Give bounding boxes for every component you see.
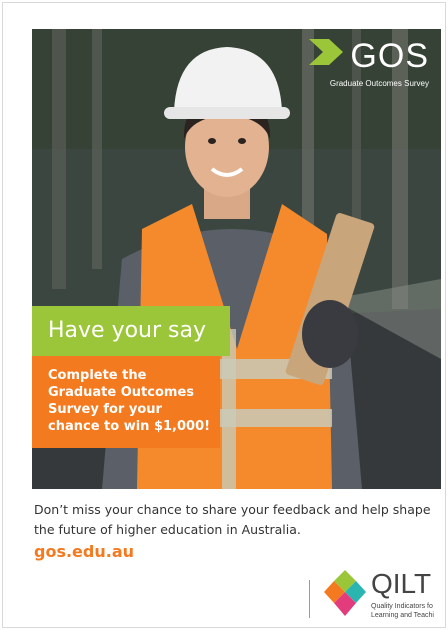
promo-line: Complete the — [48, 368, 147, 383]
qilt-subtitle-line: Learning and Teachi — [371, 612, 434, 619]
gos-chevron-icon — [309, 39, 343, 65]
qilt-subtitle-line: Quality Indicators fo — [371, 603, 433, 610]
qilt-logo: QILT Quality Indicators fo Learning and … — [324, 570, 448, 626]
promo-line: Graduate Outcomes — [48, 385, 195, 400]
gos-logo: GOS Graduate Outcomes Survey — [309, 39, 429, 88]
body-text: Don’t miss your chance to share your fee… — [34, 502, 431, 537]
qilt-logo-subtitle: Quality Indicators fo Learning and Teach… — [371, 602, 434, 620]
promo-box: Complete the Graduate Outcomes Survey fo… — [32, 356, 220, 448]
qilt-logo-text: QILT — [371, 568, 432, 599]
website-link[interactable]: gos.edu.au — [34, 542, 134, 561]
gos-logo-tagline: Graduate Outcomes Survey — [329, 79, 429, 88]
promo-line: chance to win $1,000! — [48, 419, 211, 434]
promo-line: Survey for your — [48, 402, 162, 417]
footer-divider — [309, 580, 310, 618]
headline-banner: Have your say — [32, 306, 230, 356]
qilt-diamond-icon — [324, 570, 366, 616]
gos-logo-text: GOS — [350, 37, 429, 75]
